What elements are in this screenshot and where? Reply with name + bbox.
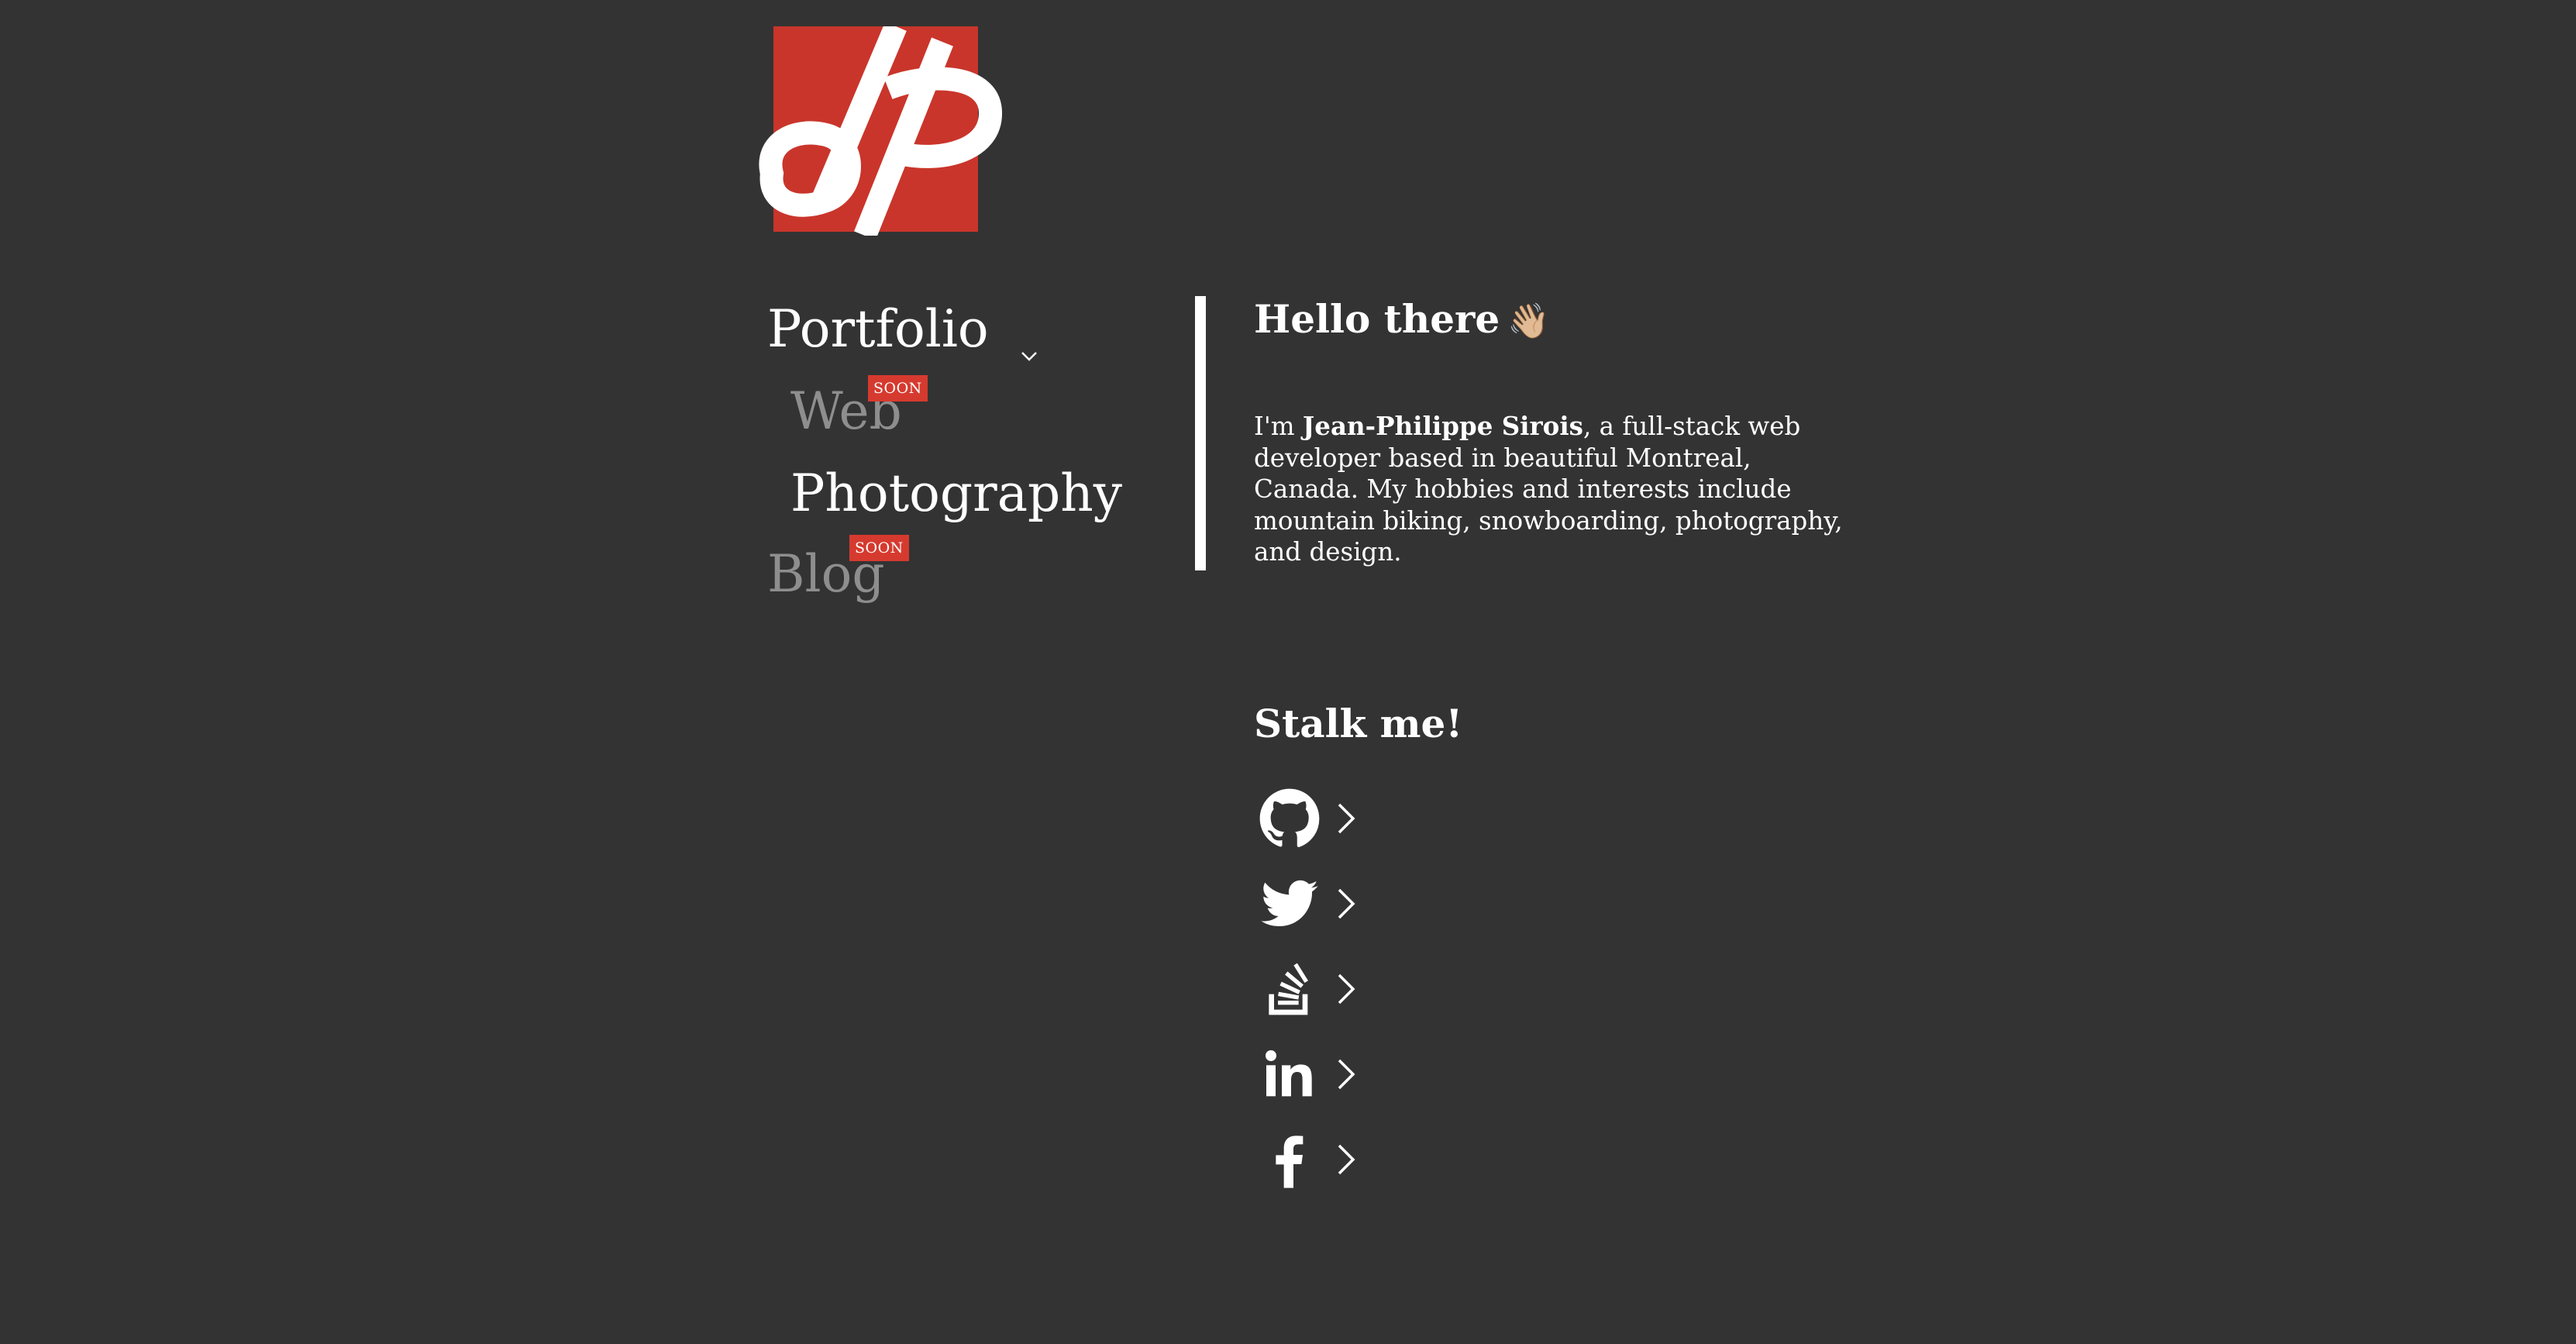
nav-photography[interactable]: Photography xyxy=(790,468,1122,519)
bio-paragraph: I'm Jean-Philippe Sirois, a full-stack w… xyxy=(1254,411,1843,568)
nav-portfolio[interactable]: Portfolio xyxy=(767,304,1039,361)
facebook-icon xyxy=(1259,1129,1321,1191)
github-link[interactable] xyxy=(1259,787,1383,849)
nav-photography-label: Photography xyxy=(790,464,1123,523)
github-icon xyxy=(1259,787,1321,849)
stalk-heading: Stalk me! xyxy=(1254,701,1463,746)
site-logo[interactable] xyxy=(749,26,1004,236)
stackoverflow-link[interactable] xyxy=(1259,958,1383,1020)
linkedin-icon xyxy=(1259,1043,1321,1105)
twitter-icon xyxy=(1259,873,1321,935)
chevron-right-icon xyxy=(1336,1057,1356,1091)
waving-hand-icon: 👋🏼 xyxy=(1507,302,1551,341)
stackoverflow-icon xyxy=(1259,958,1321,1020)
twitter-link[interactable] xyxy=(1259,873,1383,935)
chevron-right-icon xyxy=(1336,887,1356,921)
chevron-right-icon xyxy=(1336,972,1356,1006)
chevron-right-icon xyxy=(1336,1142,1356,1177)
nav-portfolio-label: Portfolio xyxy=(767,299,989,359)
hello-heading: Hello there 👋🏼 xyxy=(1254,291,1550,350)
vertical-divider xyxy=(1195,296,1206,570)
hello-title: Hello there xyxy=(1254,296,1500,342)
bio-name: Jean-Philippe Sirois xyxy=(1302,411,1583,441)
soon-badge-blog: SOON xyxy=(849,535,909,561)
chevron-down-icon xyxy=(1019,323,1039,361)
soon-badge-web: SOON xyxy=(868,375,928,401)
linkedin-link[interactable] xyxy=(1259,1043,1383,1105)
chevron-right-icon xyxy=(1336,801,1356,836)
facebook-link[interactable] xyxy=(1259,1129,1383,1191)
bio-prefix: I'm xyxy=(1254,412,1303,441)
